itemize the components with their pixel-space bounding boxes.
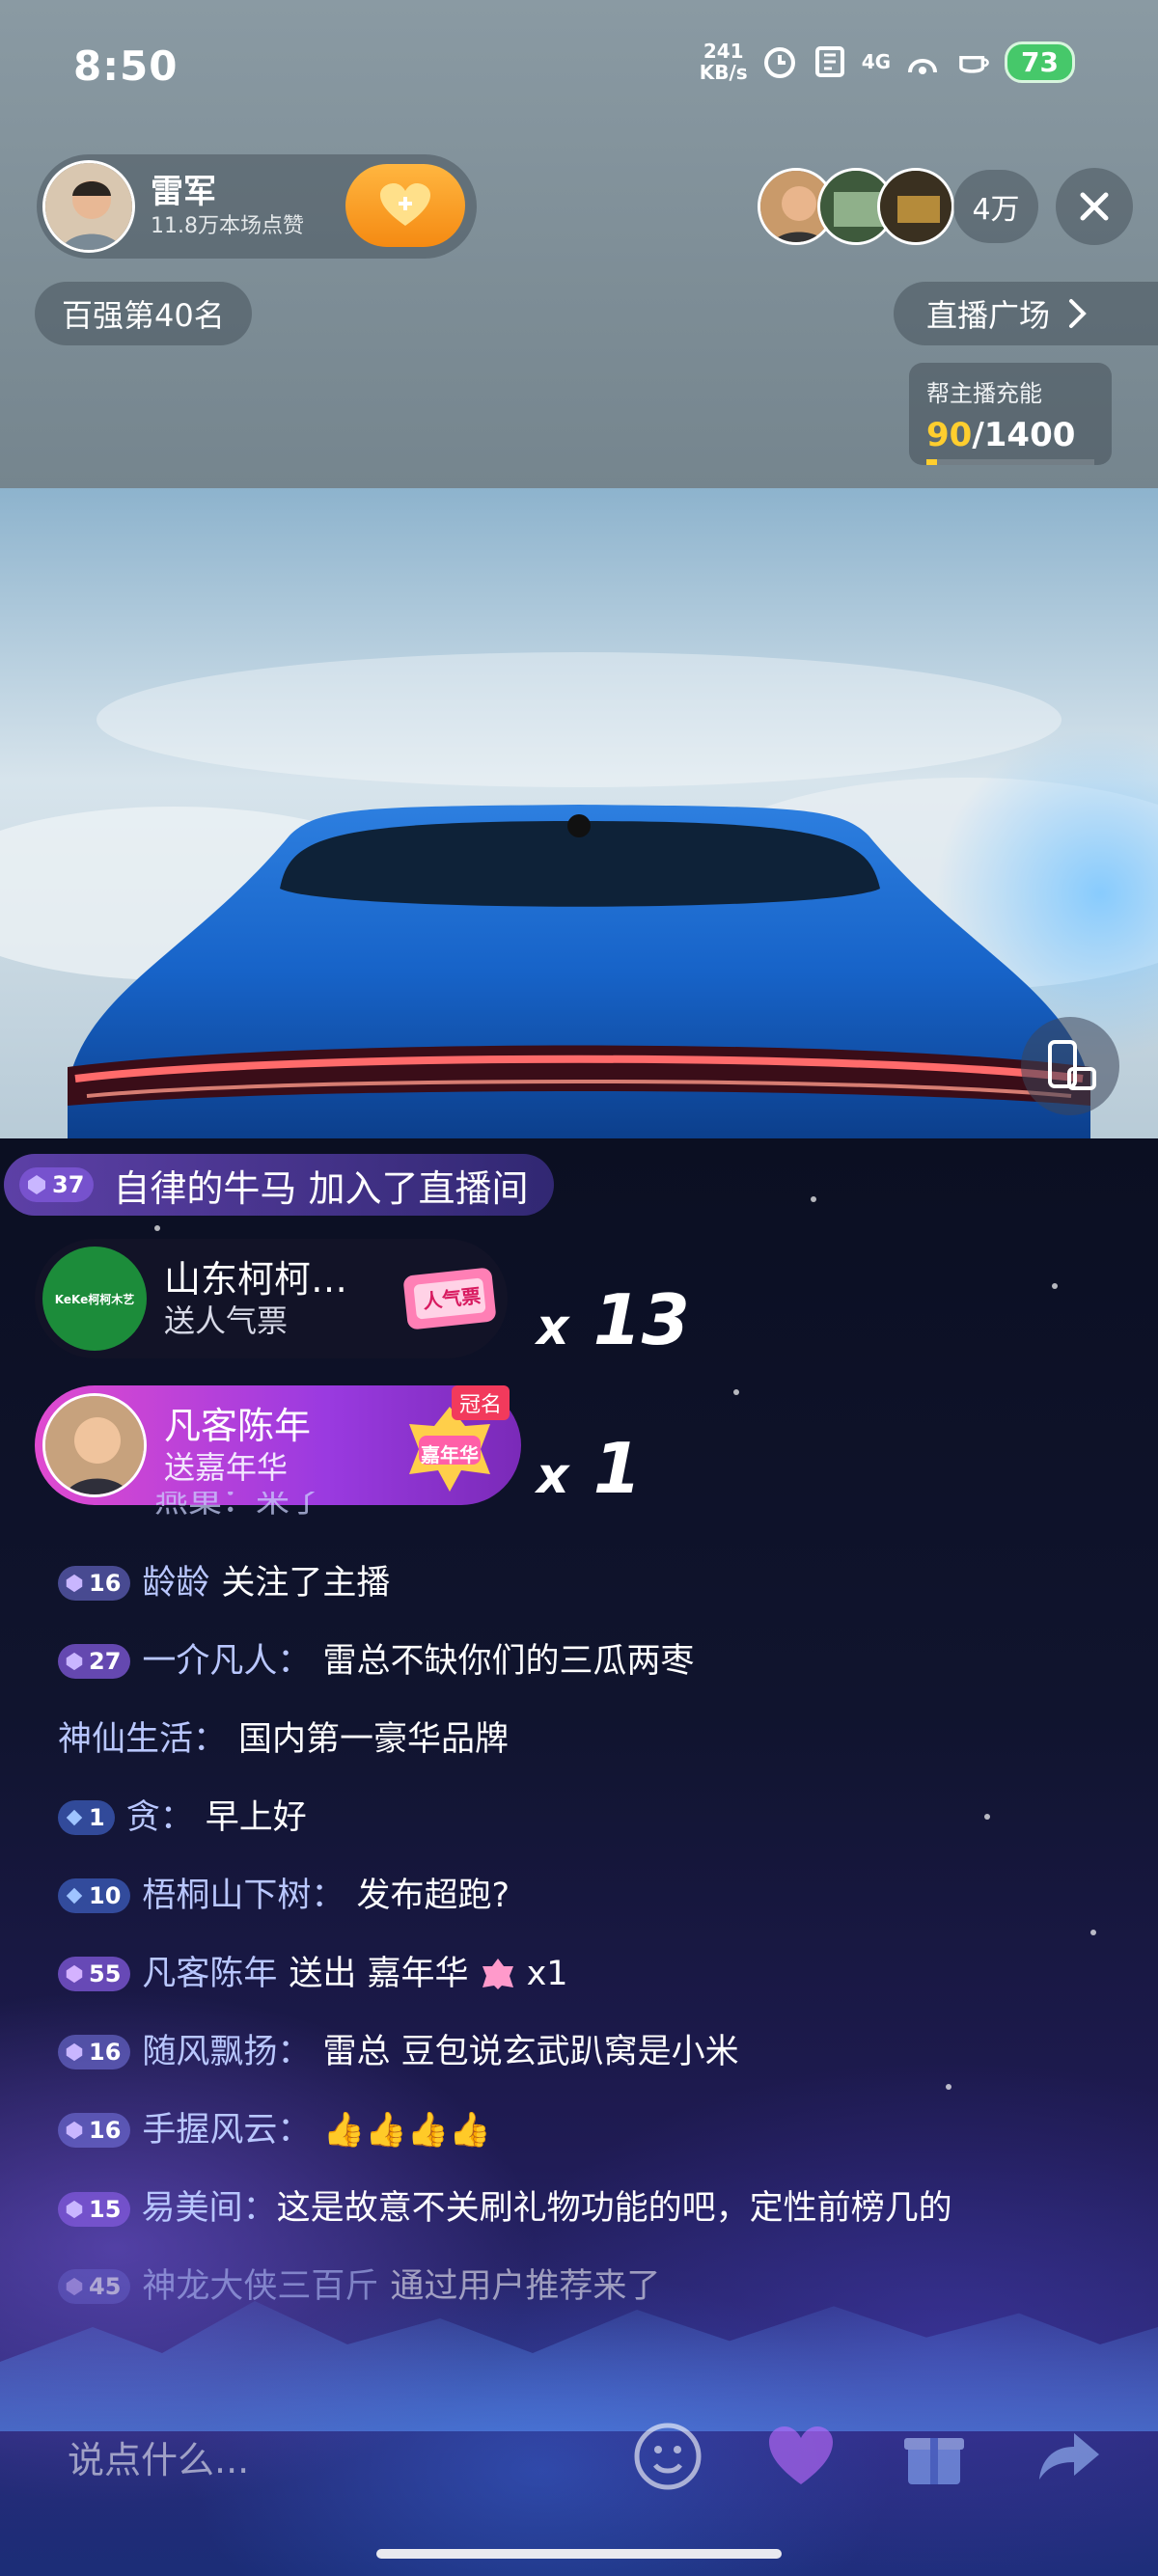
level-gem-icon (66, 1809, 83, 1826)
emoji-icon (634, 2423, 702, 2490)
level-badge: 15 (58, 2192, 131, 2227)
chat-list[interactable]: 16 龄龄 关注了主播 27 一介凡人： 雷总不缺你们的三瓜两枣 神仙生活： 国内第一… (58, 1561, 1004, 2343)
level-gem-icon (66, 2277, 83, 2296)
charge-widget[interactable]: 帮主播充能 90/1400 (909, 363, 1112, 465)
heart-plus-icon (380, 183, 430, 226)
gift-card[interactable]: 凡客陈年 送嘉年华 嘉年华 冠名 (35, 1385, 521, 1505)
close-icon (1080, 192, 1109, 221)
sender-avatar[interactable]: KeKe柯柯木艺 (42, 1247, 147, 1351)
title-tag: 冠名 (452, 1385, 510, 1420)
heart-icon (769, 2426, 833, 2484)
status-icons: 241 KB/s 4G 73 (700, 41, 1075, 83)
level-badge: 37 (19, 1167, 95, 1202)
chat-message: 27 一介凡人： 雷总不缺你们的三瓜两枣 (58, 1639, 1004, 1684)
level-badge: 55 (58, 1957, 131, 1991)
chat-message: 15 易美间：这是故意不关刷礼物功能的吧，定性前榜几的 (58, 2186, 965, 2231)
chat-message: 16 手握风云： 👍👍👍👍 (58, 2108, 1004, 2152)
host-avatar[interactable] (42, 160, 135, 253)
chat-message: 55 凡客陈年 送出 嘉年华 x1 (58, 1952, 1004, 1996)
level-gem-icon (66, 2121, 83, 2140)
net-speed: 241 KB/s (699, 40, 748, 84)
level-badge: 1 (58, 1800, 115, 1835)
host-name: 雷军 (151, 173, 216, 211)
sender-avatar[interactable] (42, 1393, 147, 1497)
live-video[interactable] (0, 488, 1158, 1138)
alarm-icon (761, 43, 798, 80)
car-video-frame (0, 488, 1158, 1138)
charge-value: 90/1400 (926, 416, 1076, 454)
share-arrow-icon (1039, 2433, 1099, 2480)
viewer-avatar[interactable] (877, 168, 954, 245)
rank-badge[interactable]: 百强第40名 (35, 282, 252, 345)
level-badge: 16 (58, 1566, 131, 1601)
live-square-button[interactable]: 直播广场 (894, 282, 1158, 345)
comment-input[interactable]: 说点什么... (35, 2408, 594, 2505)
follow-button[interactable] (345, 164, 465, 247)
emoji-button[interactable] (627, 2416, 708, 2497)
sender-name: 山东柯柯… (164, 1258, 348, 1301)
level-badge: 16 (58, 2113, 131, 2148)
chat-message: 45 神龙大侠三百斤 通过用户推荐来了 (58, 2264, 1004, 2309)
signal-icon (904, 43, 941, 80)
host-likes: 11.8万本场点赞 (151, 214, 304, 238)
chat-message: 神仙生活： 国内第一豪华品牌 (58, 1720, 510, 1759)
battery-indicator: 73 (1005, 41, 1075, 83)
join-text: 自律的牛马 加入了直播间 (113, 1166, 529, 1210)
level-gem-icon (66, 1964, 83, 1984)
rotate-screen-button[interactable] (1021, 1017, 1119, 1115)
popularity-ticket-icon: 人气票 (400, 1260, 500, 1337)
gift-action: 送人气票 (164, 1302, 289, 1339)
level-gem-icon (66, 2200, 83, 2219)
level-gem-icon (66, 1574, 83, 1593)
gift-icon (904, 2438, 964, 2484)
level-badge: 45 (58, 2269, 131, 2304)
status-time: 8:50 (73, 42, 179, 90)
network-type: 4G (861, 50, 892, 73)
chat-message: 1 贪： 早上好 (58, 1795, 1004, 1840)
partial-chat-line: 燕巢：来了 (154, 1492, 324, 1521)
nfc-icon (812, 43, 848, 80)
charge-label: 帮主播充能 (926, 380, 1042, 407)
gift-button[interactable] (894, 2416, 975, 2497)
charge-progress-bar (926, 459, 1094, 465)
gift-card[interactable]: KeKe柯柯木艺 山东柯柯… 送人气票 人气票 (35, 1239, 508, 1358)
chat-message: 16 龄龄 关注了主播 (58, 1561, 1004, 1605)
level-gem-icon (66, 1652, 83, 1671)
like-button[interactable] (760, 2416, 841, 2497)
sender-name: 凡客陈年 (164, 1405, 312, 1447)
level-gem-icon (66, 2042, 83, 2062)
host-info-pill[interactable]: 雷军 11.8万本场点赞 (37, 154, 477, 259)
level-badge: 16 (58, 2035, 131, 2069)
rotate-phone-icon (1048, 1040, 1096, 1090)
level-badge: 27 (58, 1644, 131, 1679)
gift-count: x 1 (537, 1428, 642, 1509)
join-banner: 37 自律的牛马 加入了直播间 (4, 1154, 554, 1216)
chevron-right-icon (1069, 299, 1087, 328)
top-viewers[interactable] (758, 168, 954, 245)
carnival-gift-icon (482, 1959, 513, 1989)
chat-message: 16 随风飘扬： 雷总 豆包说玄武趴窝是小米 (58, 2030, 1004, 2074)
teapot-icon (954, 43, 991, 80)
level-gem-icon (66, 1887, 83, 1905)
live-square-label: 直播广场 (926, 297, 1051, 334)
viewer-count[interactable]: 4万 (953, 170, 1038, 243)
gift-action: 送嘉年华 (164, 1449, 289, 1486)
level-gem-icon (28, 1175, 45, 1194)
level-badge: 10 (58, 1878, 131, 1913)
chat-message: 10 梧桐山下树： 发布超跑? (58, 1874, 1004, 1918)
share-button[interactable] (1029, 2416, 1110, 2497)
home-indicator[interactable] (376, 2549, 782, 2559)
close-button[interactable] (1056, 168, 1133, 245)
gift-count: x 13 (537, 1279, 690, 1360)
bottom-bar: 说点什么... (0, 2408, 1158, 2505)
